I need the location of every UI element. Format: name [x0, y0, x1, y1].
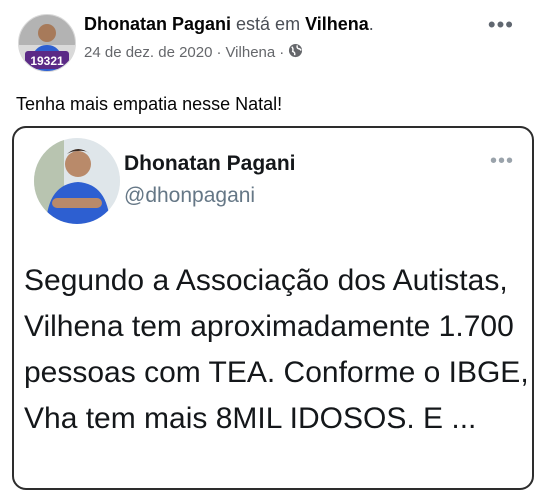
post-date[interactable]: 24 de dez. de 2020: [84, 44, 212, 61]
author-line: Dhonatan Pagani está em Vilhena.: [84, 14, 374, 35]
tweet-card[interactable]: Dhonatan Pagani @dhonpagani ••• Segundo …: [12, 126, 534, 490]
post-more-options-button[interactable]: •••: [488, 12, 514, 38]
tweet-avatar: [34, 138, 120, 224]
tweet-author-handle: @dhonpagani: [124, 184, 256, 207]
check-in-connector: está em: [236, 14, 301, 34]
avatar-badge-number: 19321: [30, 54, 64, 68]
check-in-location[interactable]: Vilhena: [305, 14, 369, 34]
author-avatar[interactable]: 19321: [18, 14, 76, 72]
tweet-avatar-image: [34, 138, 120, 224]
author-name[interactable]: Dhonatan Pagani: [84, 14, 231, 34]
avatar-image: 19321: [19, 15, 75, 71]
meta-separator: ·: [216, 44, 222, 61]
meta-separator: ·: [279, 44, 285, 61]
location-punctuation: .: [368, 14, 374, 34]
tweet-author-name: Dhonatan Pagani: [124, 152, 296, 175]
tweet-text: Segundo a Associação dos Autistas, Vilhe…: [24, 264, 529, 435]
meta-location[interactable]: Vilhena: [225, 44, 275, 61]
tweet-more-icon: •••: [489, 150, 514, 172]
post-meta: 24 de dez. de 2020 · Vilhena ·: [84, 43, 303, 62]
post-header: 19321 Dhonatan Pagani está em Vilhena. 2…: [12, 10, 522, 72]
post-caption: Tenha mais empatia nesse Natal!: [16, 94, 283, 114]
globe-icon: [288, 43, 303, 62]
